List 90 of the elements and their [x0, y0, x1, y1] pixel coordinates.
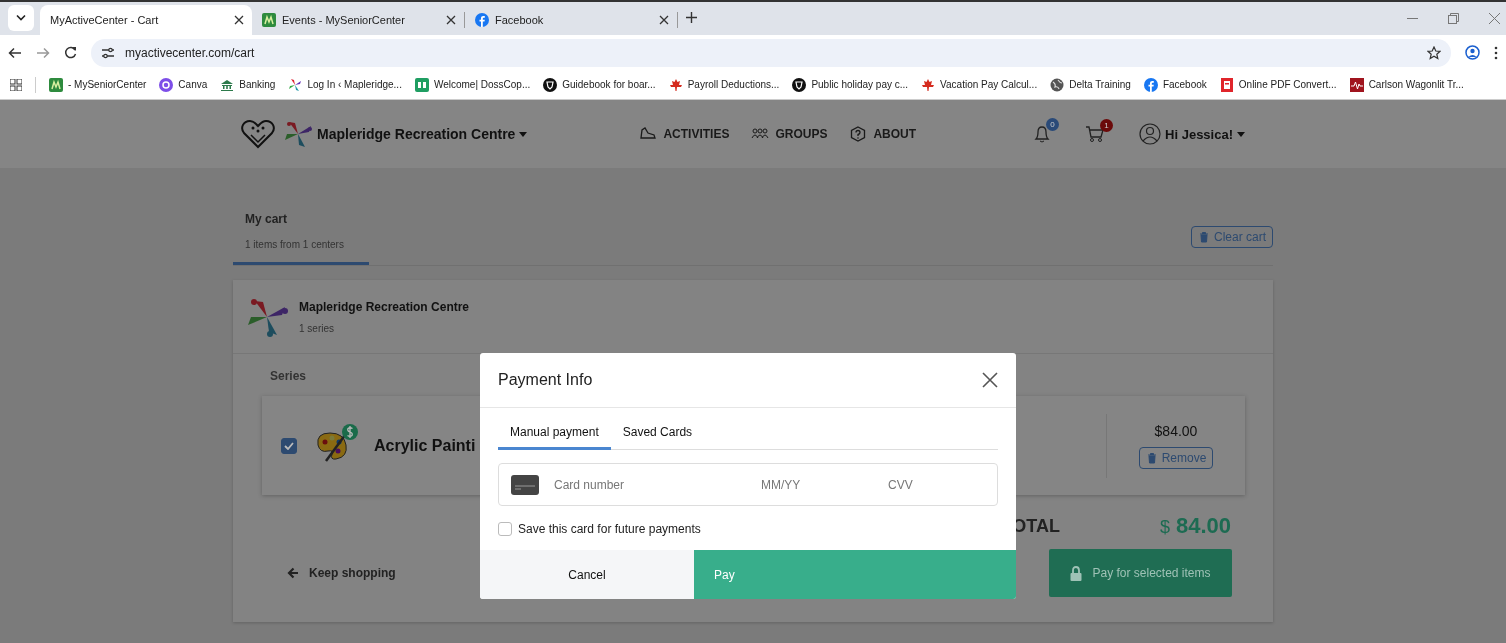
bell-icon[interactable] [1033, 124, 1052, 144]
bookmark[interactable]: - MySeniorCenter [49, 77, 147, 92]
star-icon[interactable] [1427, 45, 1441, 60]
flower-logo-icon [245, 296, 289, 337]
caret-icon [1237, 131, 1245, 137]
center-name: Mapleridge Recreation Centre [299, 299, 470, 314]
profile-icon[interactable] [1465, 45, 1480, 60]
logo-icon [414, 77, 429, 92]
series-title[interactable]: Acrylic Painti [374, 436, 476, 455]
bookmark[interactable]: Canva [159, 77, 208, 92]
trash-icon [1145, 451, 1158, 464]
shoe-icon [639, 126, 658, 142]
shield-icon [543, 77, 558, 92]
cart-icon[interactable] [1085, 125, 1106, 143]
browser-tab[interactable]: Events - MySeniorCenter [252, 5, 464, 35]
address-bar[interactable]: myactivecenter.com/cart [91, 38, 1451, 67]
cart-summary: 1 items from 1 centers [245, 239, 345, 250]
price: $84.00 [1154, 422, 1198, 439]
forward-arrow-icon[interactable] [36, 46, 50, 59]
logo-icon [262, 13, 276, 27]
keep-shopping-link[interactable]: Keep shopping [281, 565, 402, 581]
bookmark[interactable]: Vacation Pay Calcul... [921, 77, 1038, 92]
close-icon[interactable] [659, 15, 669, 25]
close-icon[interactable] [234, 15, 244, 25]
payment-tab[interactable]: Saved Cards [610, 420, 705, 450]
cvv-field[interactable]: CVV [886, 476, 980, 493]
facebook-icon [1143, 77, 1158, 92]
close-icon[interactable] [446, 15, 456, 25]
bookmark[interactable]: Payroll Deductions... [668, 77, 780, 92]
site-settings-icon[interactable] [101, 46, 115, 59]
bookmark[interactable]: Delta Training [1050, 77, 1131, 92]
bookmark[interactable]: Welcome| DossCop... [414, 77, 531, 92]
caret-icon [519, 131, 528, 137]
help-icon [849, 126, 868, 142]
globe-icon [1050, 77, 1065, 92]
cart-title: My cart [245, 212, 289, 226]
checkbox[interactable] [281, 437, 297, 454]
checkmark-icon [284, 441, 294, 450]
heart-logo-icon [241, 119, 275, 149]
card-number-field[interactable]: Card number [552, 476, 746, 493]
flower-logo-icon [283, 120, 313, 148]
cart-badge: 1 [1100, 119, 1114, 132]
nav-link[interactable]: ACTIVITIES [639, 126, 730, 142]
plus-icon[interactable] [686, 12, 697, 23]
total-amount: 84.00 [1175, 513, 1231, 539]
nav-link[interactable]: GROUPS [751, 126, 828, 142]
close-icon[interactable] [982, 372, 998, 388]
expiry-field[interactable]: MM/YY [759, 476, 873, 493]
nav-link[interactable]: ABOUT [849, 126, 917, 142]
section-heading: Series [270, 369, 307, 383]
tab-menu-button[interactable] [8, 5, 34, 31]
trash-icon [1198, 231, 1210, 243]
shield-icon [792, 77, 807, 92]
payment-tab[interactable]: Manual payment [498, 420, 611, 450]
facebook-icon [475, 13, 489, 27]
back-arrow-icon [287, 567, 299, 579]
document-icon [1219, 77, 1234, 92]
bookmark[interactable]: Carlson Wagonlit Tr... [1349, 77, 1464, 92]
flower-logo-icon [288, 77, 303, 92]
bookmark[interactable]: Log In ‹ Mapleridge... [288, 77, 402, 92]
bookmark[interactable]: Facebook [1143, 77, 1207, 92]
brand-menu[interactable]: Mapleridge Recreation Centre [283, 120, 528, 148]
bank-icon [220, 77, 235, 92]
cancel-button[interactable]: Cancel [480, 550, 694, 599]
chevron-down-icon [16, 14, 26, 22]
more-menu-icon[interactable] [1494, 45, 1498, 60]
user-menu[interactable]: Hi Jessica! [1139, 123, 1245, 145]
credit-card-icon [511, 474, 539, 495]
back-arrow-icon[interactable] [8, 46, 22, 59]
series-count: 1 series [299, 322, 335, 334]
maple-leaf-icon [921, 77, 936, 92]
reload-icon[interactable] [64, 46, 77, 59]
user-icon [1139, 123, 1162, 145]
browser-tab[interactable]: Facebook [465, 5, 677, 35]
lock-icon [1070, 565, 1083, 581]
bookmark[interactable]: Banking [220, 77, 276, 92]
bookmark[interactable]: Online PDF Convert... [1219, 77, 1337, 92]
checkbox[interactable] [498, 522, 512, 536]
notification-badge: 0 [1046, 118, 1060, 131]
circle-logo-icon [159, 77, 174, 92]
currency-symbol: $ [1159, 517, 1170, 538]
maple-leaf-icon [668, 77, 683, 92]
bookmark[interactable]: Public holiday pay c... [792, 77, 909, 92]
restore-icon[interactable] [1448, 13, 1459, 24]
checkbox-label: Save this card for future payments [518, 522, 701, 536]
dialog-title: Payment Info [498, 371, 594, 389]
bookmark[interactable]: Guidebook for boar... [543, 77, 656, 92]
logo-icon [49, 77, 63, 92]
browser-tab[interactable]: MyActiveCenter - Cart [40, 5, 252, 35]
apps-grid-icon[interactable] [10, 78, 22, 91]
